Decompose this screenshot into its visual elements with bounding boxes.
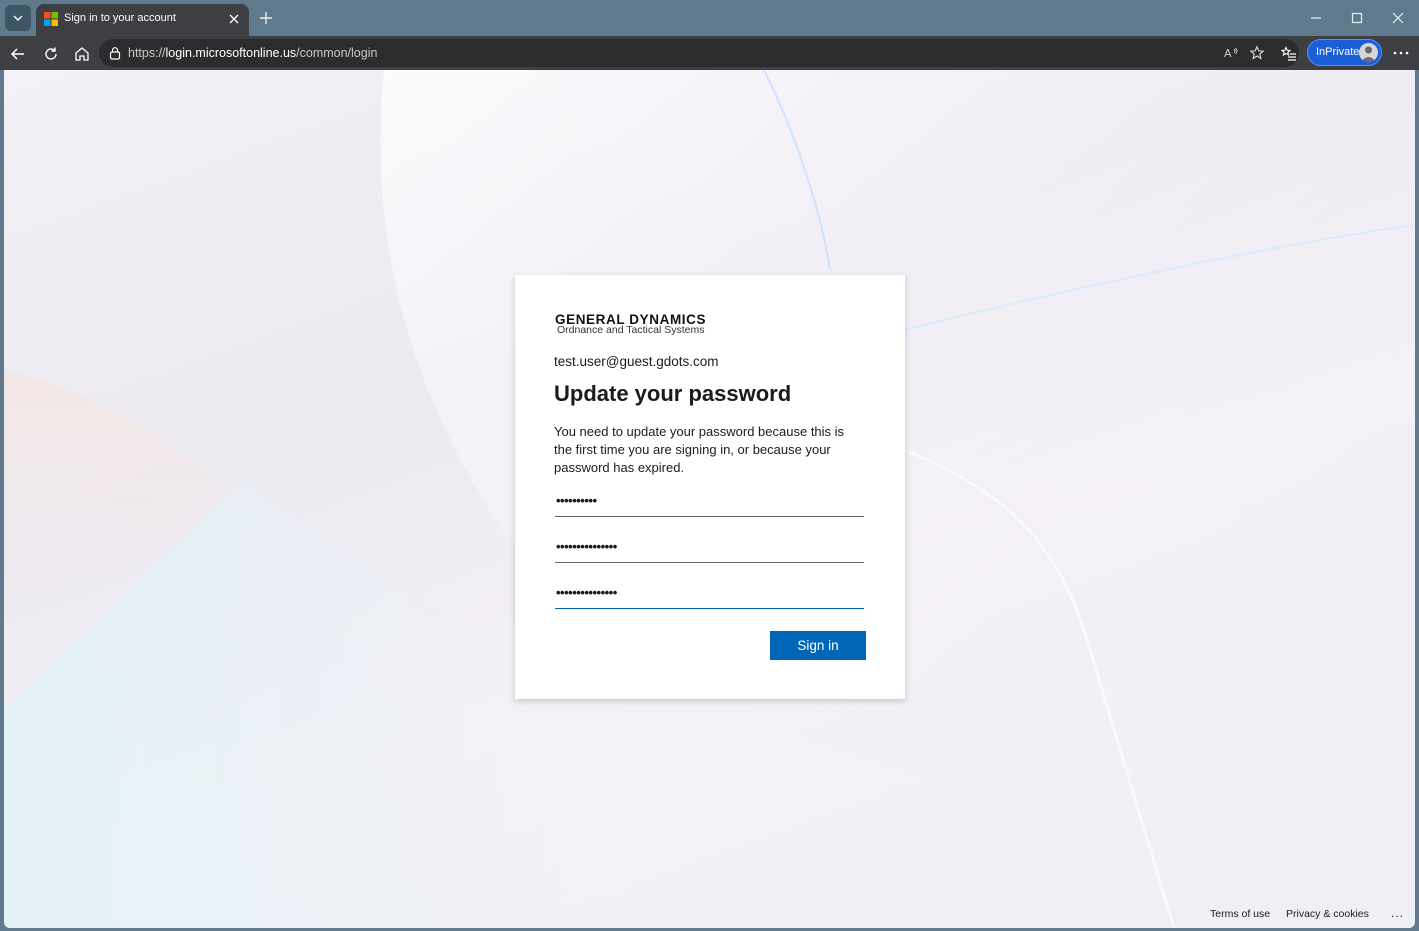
new-tab-icon[interactable] xyxy=(258,10,274,26)
terms-of-use-link[interactable]: Terms of use xyxy=(1210,908,1270,920)
current-password-field[interactable]: •••••••••• xyxy=(555,489,864,517)
browser-toolbar: https://login.microsoftonline.us/common/… xyxy=(0,36,1419,70)
close-window-icon[interactable] xyxy=(1390,10,1406,26)
company-logo: GENERAL DYNAMICS Ordnance and Tactical S… xyxy=(555,312,745,338)
account-identity: test.user@guest.gdots.com xyxy=(554,354,719,369)
current-password-value: •••••••••• xyxy=(556,493,597,508)
confirm-password-field[interactable]: ••••••••••••••• xyxy=(555,581,864,609)
inprivate-profile-button[interactable]: InPrivate xyxy=(1307,39,1382,66)
inprivate-label: InPrivate xyxy=(1316,46,1360,58)
footer-more-options-button[interactable]: ... xyxy=(1391,906,1404,920)
home-icon[interactable] xyxy=(73,45,91,63)
maximize-icon[interactable] xyxy=(1349,10,1365,26)
avatar xyxy=(1359,43,1378,62)
close-tab-icon[interactable] xyxy=(228,13,240,25)
lock-icon[interactable] xyxy=(108,46,122,60)
read-aloud-icon[interactable]: A xyxy=(1223,45,1239,61)
url-host: login.microsoftonline.us xyxy=(165,46,297,60)
url-text[interactable]: https://login.microsoftonline.us/common/… xyxy=(128,46,377,60)
url-prefix: https:// xyxy=(128,46,166,60)
minimize-icon[interactable] xyxy=(1308,10,1324,26)
sign-in-button[interactable]: Sign in xyxy=(770,631,866,660)
confirm-password-value: ••••••••••••••• xyxy=(556,585,617,600)
svg-text:A: A xyxy=(1224,47,1232,60)
title-bar: Sign in to your account xyxy=(0,0,1419,36)
back-arrow-icon[interactable] xyxy=(9,45,27,63)
new-password-field[interactable]: ••••••••••••••• xyxy=(555,535,864,563)
more-options-icon[interactable] xyxy=(1392,44,1410,62)
favorite-star-icon[interactable] xyxy=(1249,45,1265,61)
signin-card: GENERAL DYNAMICS Ordnance and Tactical S… xyxy=(515,275,905,699)
browser-tab[interactable]: Sign in to your account xyxy=(36,4,249,36)
page-viewport: GENERAL DYNAMICS Ordnance and Tactical S… xyxy=(4,70,1415,928)
tab-actions-menu-button[interactable] xyxy=(5,5,31,31)
tab-title: Sign in to your account xyxy=(64,12,176,24)
microsoft-logo-icon xyxy=(44,12,58,26)
page-description: You need to update your password because… xyxy=(554,424,845,475)
url-path: /common/login xyxy=(296,46,378,60)
logo-division: Ordnance and Tactical Systems xyxy=(557,324,705,336)
refresh-icon[interactable] xyxy=(42,45,60,63)
favorites-icon[interactable] xyxy=(1280,45,1298,63)
new-password-value: ••••••••••••••• xyxy=(556,539,617,554)
privacy-cookies-link[interactable]: Privacy & cookies xyxy=(1286,908,1369,920)
chevron-down-icon xyxy=(13,15,23,21)
address-bar[interactable]: https://login.microsoftonline.us/common/… xyxy=(99,39,1299,67)
page-title: Update your password xyxy=(554,381,792,406)
